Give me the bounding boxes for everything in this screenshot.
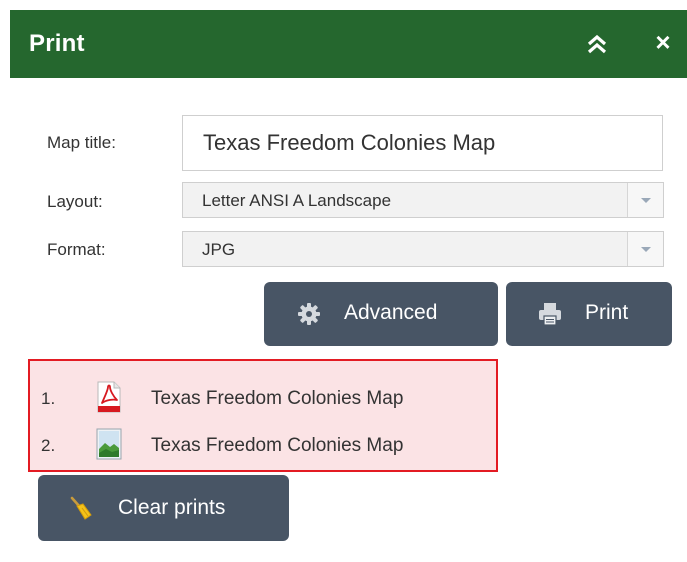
pdf-file-icon[interactable] <box>96 381 122 413</box>
print-result-link[interactable]: Texas Freedom Colonies Map <box>151 388 403 410</box>
layout-dropdown-button[interactable] <box>627 183 663 217</box>
format-selected-value: JPG <box>202 240 236 259</box>
chevron-down-icon <box>641 198 651 203</box>
broom-icon <box>68 495 94 527</box>
print-result-link[interactable]: Texas Freedom Colonies Map <box>151 435 403 457</box>
image-file-icon[interactable] <box>96 428 122 460</box>
layout-select[interactable]: Letter ANSI A Landscape <box>182 182 664 218</box>
clear-prints-button-label: Clear prints <box>118 496 226 519</box>
advanced-button-label: Advanced <box>344 301 438 324</box>
clear-prints-button[interactable]: Clear prints <box>38 475 289 541</box>
print-result-number: 2. <box>41 436 56 455</box>
format-select[interactable]: JPG <box>182 231 664 267</box>
format-dropdown-button[interactable] <box>627 232 663 266</box>
print-results-list: 1. Texas Freedom Colonies Map 2. Texas F… <box>28 359 498 472</box>
advanced-button[interactable]: Advanced <box>264 282 498 346</box>
panel-title: Print <box>29 30 85 57</box>
print-result-number: 1. <box>41 389 56 408</box>
printer-icon <box>538 302 562 332</box>
map-title-label: Map title: <box>47 133 116 152</box>
panel-header: Print × <box>10 10 687 78</box>
print-result-item: 2. Texas Freedom Colonies Map <box>30 422 496 468</box>
layout-label: Layout: <box>47 192 103 211</box>
format-label: Format: <box>47 240 106 259</box>
close-icon[interactable]: × <box>650 27 676 57</box>
map-title-input[interactable] <box>182 115 663 171</box>
print-panel: Print × Map title: Layout: Letter ANSI A… <box>10 10 687 562</box>
print-button-label: Print <box>585 301 629 324</box>
double-chevron-up-icon[interactable] <box>584 32 610 56</box>
gear-icon <box>298 303 320 331</box>
print-button[interactable]: Print <box>506 282 672 346</box>
layout-selected-value: Letter ANSI A Landscape <box>202 191 392 210</box>
print-result-item: 1. Texas Freedom Colonies Map <box>30 375 496 421</box>
chevron-down-icon <box>641 247 651 252</box>
